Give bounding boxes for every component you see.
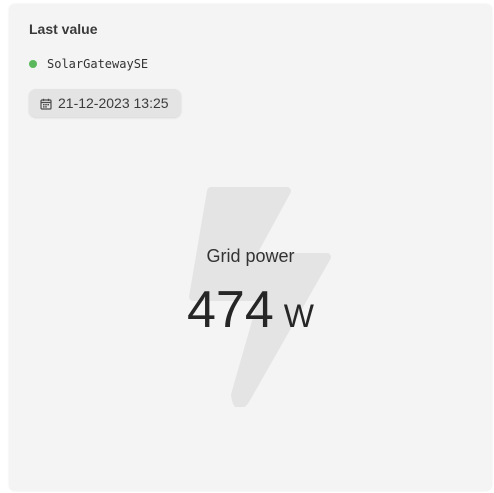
- metric-unit: W: [283, 298, 314, 334]
- metric-value-row: 474 W: [9, 284, 492, 336]
- metric-label: Grid power: [206, 246, 295, 266]
- metric-value: 474: [187, 281, 274, 339]
- date-picker-chip[interactable]: 21-12-2023 13:25: [29, 89, 181, 117]
- widget-title: Last value: [29, 21, 98, 37]
- calendar-icon: [40, 97, 52, 110]
- last-value-widget: Last value SolarGatewaySE 21-12-2023 13:…: [9, 4, 492, 491]
- date-label: 21-12-2023 13:25: [58, 95, 169, 111]
- device-name: SolarGatewaySE: [47, 57, 149, 71]
- device-status-dot: [29, 60, 37, 68]
- device-row: SolarGatewaySE: [29, 56, 148, 72]
